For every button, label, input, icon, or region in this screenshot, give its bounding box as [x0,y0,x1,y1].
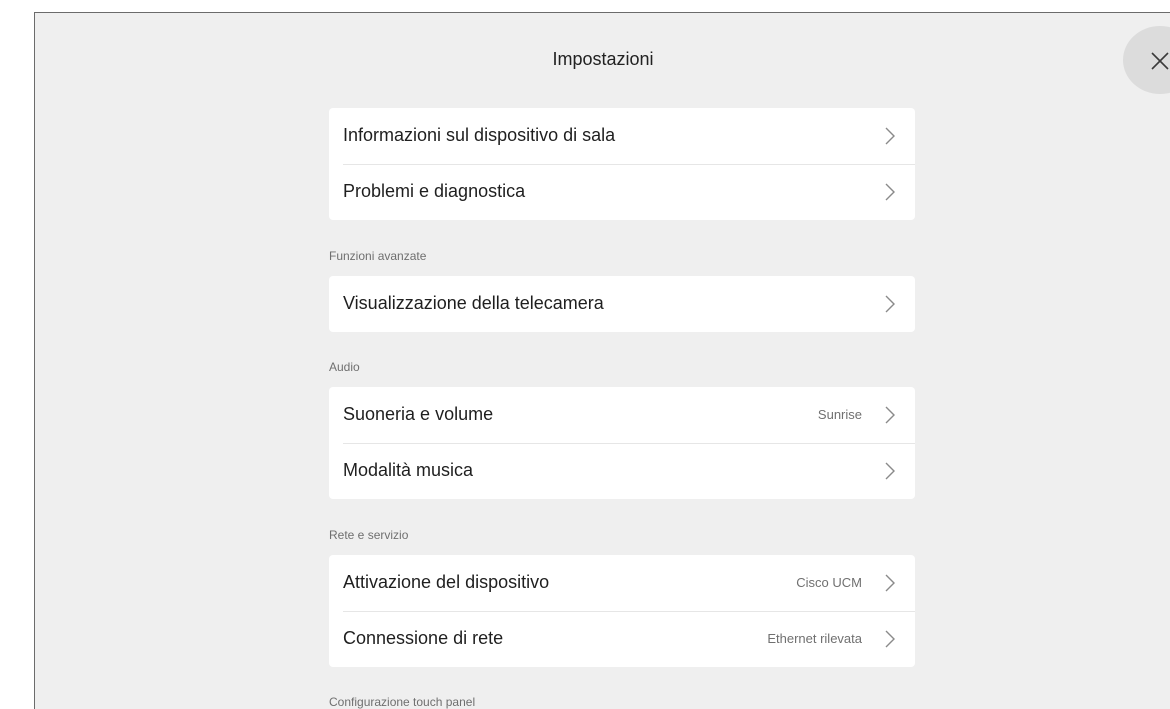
settings-panel: Impostazioni Informazioni sul dispositiv… [34,12,1170,709]
row-value: Sunrise [817,407,862,422]
row-label: Informazioni sul dispositivo di sala [343,125,616,145]
settings-row-camera-view[interactable]: Visualizzazione della telecamera [329,276,915,332]
chevron-right-icon [885,127,895,145]
row-label: Visualizzazione della telecamera [343,293,604,313]
settings-group-advanced: Visualizzazione della telecamera [329,276,915,332]
row-label: Problemi e diagnostica [343,181,526,201]
chevron-right-icon [885,462,895,480]
settings-row-music-mode[interactable]: Modalità musica [329,443,915,499]
section-label-audio: Audio [329,360,360,374]
settings-row-issues-diagnostics[interactable]: Problemi e diagnostica [329,164,915,220]
section-label-network: Rete e servizio [329,528,409,542]
chevron-right-icon [885,295,895,313]
close-icon [1151,52,1169,70]
page-title: Impostazioni [552,49,654,69]
settings-group-network: Attivazione del dispositivo Cisco UCM Co… [329,555,915,667]
chevron-right-icon [885,406,895,424]
row-value: Cisco UCM [796,575,862,590]
settings-group-general: Informazioni sul dispositivo di sala Pro… [329,108,915,220]
row-value: Ethernet rilevata [767,631,862,646]
settings-row-network-connection[interactable]: Connessione di rete Ethernet rilevata [329,611,915,667]
chevron-right-icon [885,574,895,592]
row-label: Modalità musica [343,460,474,480]
settings-row-room-device-info[interactable]: Informazioni sul dispositivo di sala [329,108,915,164]
section-label-advanced: Funzioni avanzate [329,249,427,263]
settings-row-device-activation[interactable]: Attivazione del dispositivo Cisco UCM [329,555,915,611]
row-label: Connessione di rete [343,628,504,648]
row-label: Attivazione del dispositivo [343,572,550,592]
section-label-touch-panel: Configurazione touch panel [329,695,476,709]
settings-row-ringtone-volume[interactable]: Suoneria e volume Sunrise [329,387,915,443]
close-button[interactable] [1123,26,1170,94]
settings-group-audio: Suoneria e volume Sunrise Modalità music… [329,387,915,499]
chevron-right-icon [885,183,895,201]
chevron-right-icon [885,630,895,648]
row-label: Suoneria e volume [343,404,494,424]
